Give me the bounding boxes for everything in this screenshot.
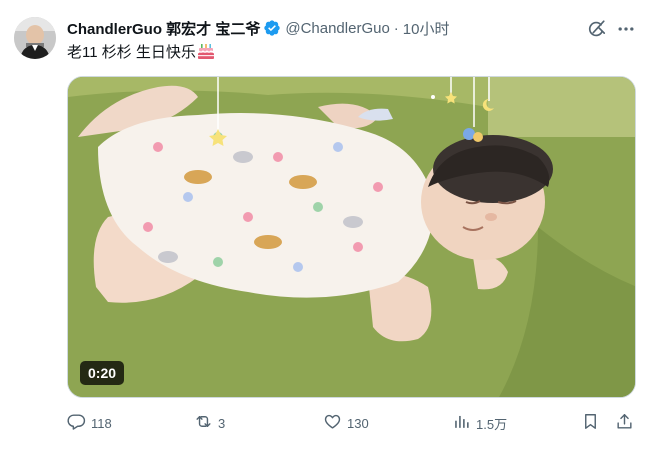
like-icon bbox=[323, 412, 342, 434]
share-button[interactable] bbox=[615, 410, 634, 436]
birthday-cake-icon bbox=[197, 43, 215, 60]
reply-icon bbox=[67, 412, 86, 434]
video-player[interactable] bbox=[67, 76, 636, 398]
like-count: 130 bbox=[347, 415, 369, 431]
retweet-count: 3 bbox=[218, 415, 226, 431]
reply-count: 118 bbox=[91, 415, 112, 431]
grok-icon[interactable] bbox=[585, 18, 607, 40]
avatar[interactable] bbox=[14, 17, 56, 59]
views-count: 1.5万 bbox=[476, 416, 508, 432]
like-button[interactable]: 130 bbox=[323, 410, 369, 436]
post-time[interactable]: 10小时 bbox=[403, 18, 450, 39]
tweet[interactable]: ChandlerGuo 郭宏才 宝二爷 @ChandlerGuo · 10小时 … bbox=[0, 0, 658, 451]
bookmark-icon bbox=[581, 412, 600, 434]
bookmark-button[interactable] bbox=[581, 410, 600, 436]
tweet-header: ChandlerGuo 郭宏才 宝二爷 @ChandlerGuo · 10小时 bbox=[67, 16, 449, 40]
views-icon bbox=[452, 412, 471, 434]
separator-dot: · bbox=[393, 19, 399, 37]
reply-button[interactable]: 118 bbox=[67, 410, 112, 436]
more-icon[interactable] bbox=[614, 17, 638, 41]
tweet-text-content: 老11 杉杉 生日快乐 bbox=[67, 44, 196, 61]
video-duration-badge: 0:20 bbox=[80, 361, 125, 385]
verified-badge-icon bbox=[263, 19, 281, 37]
retweet-button[interactable]: 3 bbox=[194, 410, 225, 436]
tweet-text: 老11 杉杉 生日快乐 bbox=[67, 43, 215, 63]
display-name[interactable]: ChandlerGuo 郭宏才 宝二爷 bbox=[67, 18, 260, 39]
views-button[interactable]: 1.5万 bbox=[452, 410, 507, 436]
share-icon bbox=[615, 412, 634, 434]
action-bar: 118 3 130 1.5万 bbox=[0, 410, 658, 436]
retweet-icon bbox=[194, 412, 213, 434]
user-handle[interactable]: @ChandlerGuo bbox=[285, 20, 389, 37]
